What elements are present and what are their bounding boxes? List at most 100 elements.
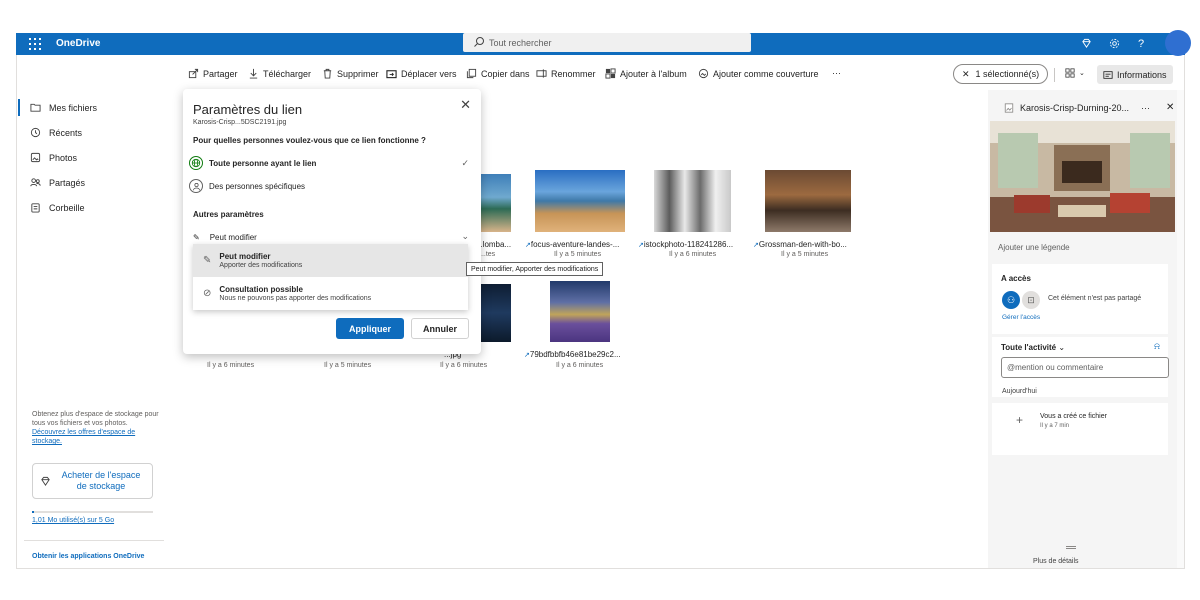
nav-label: Photos	[49, 152, 78, 163]
no-edit-icon: ⊘	[203, 288, 212, 299]
file-thumbnail[interactable]	[480, 284, 511, 342]
cancel-button[interactable]: Annuler	[411, 318, 469, 339]
move-button[interactable]: Déplacer vers	[386, 68, 457, 79]
permission-menu: ✎ Peut modifier Apporter des modificatio…	[193, 244, 468, 310]
nav-item-recycle-bin[interactable]: Corbeille	[24, 195, 164, 220]
copy-label: Copier dans	[481, 68, 530, 79]
checkmark-icon: ✓	[461, 157, 469, 168]
buy-storage-button[interactable]: Acheter de l'espace de stockage	[32, 463, 153, 499]
top-bar: OneDrive Tout rechercher ?	[16, 30, 1191, 56]
file-date: Il y a 5 minutes	[554, 251, 602, 258]
nav-item-shared[interactable]: Partagés	[24, 170, 164, 195]
file-date: Il y a 5 minutes	[781, 251, 829, 258]
access-status: Cet élément n'est pas partagé	[1048, 295, 1142, 302]
people-icon	[30, 178, 41, 187]
file-thumbnail[interactable]	[654, 170, 731, 232]
bell-icon[interactable]: ⍾	[1154, 341, 1160, 352]
folder-icon	[30, 103, 41, 112]
apply-button[interactable]: Appliquer	[336, 318, 404, 339]
share-access-icon[interactable]: ⚇	[1002, 291, 1020, 309]
view-options-button[interactable]: ⌄	[1065, 68, 1085, 78]
access-title: A accès	[1001, 274, 1031, 283]
file-name[interactable]: ↗focus-aventure-landes-...	[525, 240, 619, 249]
help-icon[interactable]: ?	[1133, 36, 1149, 52]
file-date: Il y a 6 minutes	[669, 251, 717, 258]
activity-text: Vous a créé ce fichier	[1040, 413, 1107, 420]
add-album-button[interactable]: Ajouter à l'album	[605, 68, 687, 79]
selection-pill[interactable]: ✕ 1 sélectionné(s)	[953, 64, 1049, 84]
nav-item-my-files[interactable]: Mes fichiers	[18, 95, 164, 120]
dialog-question: Pour quelles personnes voulez-vous que c…	[193, 136, 426, 145]
file-thumbnail[interactable]	[550, 281, 610, 342]
file-name[interactable]: ↗istockphoto-118241286...	[638, 240, 733, 249]
more-details-link[interactable]: Plus de détails	[1033, 558, 1079, 565]
cover-icon	[698, 68, 709, 79]
option-specific-people[interactable]: Des personnes spécifiques	[189, 176, 475, 196]
details-filename: Karosis-Crisp-Durning-20...	[1020, 102, 1130, 113]
search-box[interactable]: Tout rechercher	[463, 33, 751, 52]
app-launcher-icon[interactable]	[28, 37, 42, 51]
copy-icon	[466, 68, 477, 79]
mention-input[interactable]: @mention ou commentaire	[1001, 357, 1169, 378]
file-name[interactable]: ↗79bdfbbfb46e81be29c2...	[524, 350, 621, 359]
close-icon[interactable]: ✕	[1166, 102, 1174, 113]
option-anyone-label: Toute personne ayant le lien	[209, 158, 317, 168]
storage-usage-fill	[32, 511, 35, 513]
add-cover-button[interactable]: Ajouter comme couverture	[698, 68, 819, 79]
details-more-button[interactable]: ···	[1141, 103, 1150, 113]
dialog-filename: Karosis-Crisp...5DSC2191.jpg	[193, 119, 287, 126]
file-thumbnail[interactable]	[765, 170, 851, 232]
storage-promo: Obtenez plus d'espace de stockage pour t…	[32, 410, 160, 446]
menu-item-can-edit[interactable]: ✎ Peut modifier Apporter des modificatio…	[193, 244, 468, 277]
add-album-label: Ajouter à l'album	[620, 68, 687, 79]
activity-date-group: Aujourd'hui	[1002, 388, 1037, 395]
share-label: Partager	[203, 68, 238, 79]
grid-view-icon	[1065, 68, 1075, 78]
manage-access-link[interactable]: Gérer l'accès	[1002, 314, 1040, 321]
delete-label: Supprimer	[337, 68, 379, 79]
option-anyone[interactable]: Toute personne ayant le lien ✓	[189, 153, 475, 173]
user-avatar[interactable]	[1165, 30, 1191, 56]
nav-item-recent[interactable]: Récents	[24, 120, 164, 145]
file-name[interactable]: ...lomba...	[476, 240, 511, 249]
pencil-icon: ✎	[193, 232, 200, 242]
file-date: ...tes	[480, 251, 496, 258]
permission-value: Peut modifier	[209, 232, 257, 242]
file-name[interactable]: ↗Grossman-den-with-bo...	[753, 240, 847, 249]
file-date: Il y a 6 minutes	[556, 362, 604, 369]
details-scrollbar[interactable]	[1177, 90, 1184, 568]
nav-label: Partagés	[49, 177, 86, 188]
share-icon	[188, 68, 199, 79]
info-button[interactable]: Informations	[1097, 65, 1173, 84]
storage-offers-link[interactable]: Découvrez les offres d'espace de stockag…	[32, 429, 135, 445]
nav-item-photos[interactable]: Photos	[24, 145, 164, 170]
settings-gear-icon[interactable]	[1106, 36, 1122, 52]
premium-diamond-icon[interactable]	[1078, 36, 1094, 52]
get-apps-link[interactable]: Obtenir les applications OneDrive	[32, 553, 144, 560]
delete-button[interactable]: Supprimer	[322, 68, 379, 79]
menu-item-title: Peut modifier	[219, 252, 271, 261]
trash-icon	[323, 68, 332, 79]
buy-storage-label: Acheter de l'espace de stockage	[61, 470, 141, 491]
selection-count: 1 sélectionné(s)	[975, 69, 1040, 79]
file-name-text: 79bdfbbfb46e81be29c2...	[529, 350, 621, 359]
storage-usage-link[interactable]: 1,01 Mo utilisé(s) sur 5 Go	[32, 517, 114, 524]
share-button[interactable]: Partager	[188, 68, 238, 79]
menu-item-view-only[interactable]: ⊘ Consultation possible Nous ne pouvons …	[193, 277, 468, 310]
clear-selection-icon[interactable]: ✕	[962, 69, 970, 80]
menu-item-desc: Nous ne pouvons pas apporter des modific…	[219, 295, 372, 302]
permission-dropdown[interactable]: ✎ Peut modifier ⌄	[193, 229, 475, 245]
nav-label: Récents	[49, 127, 83, 138]
activity-title[interactable]: Toute l'activité ⌄	[1001, 343, 1065, 352]
caption-input[interactable]: Ajouter une légende	[998, 243, 1070, 252]
app-title[interactable]: OneDrive	[56, 38, 100, 49]
more-commands-button[interactable]: ···	[832, 68, 841, 78]
rename-button[interactable]: Renommer	[536, 68, 596, 79]
drag-handle-icon[interactable]	[1066, 546, 1076, 549]
download-button[interactable]: Télécharger	[248, 68, 311, 79]
file-thumbnail[interactable]	[480, 174, 511, 232]
option-specific-label: Des personnes spécifiques	[209, 181, 306, 191]
copy-button[interactable]: Copier dans	[466, 68, 530, 79]
close-icon[interactable]: ✕	[460, 97, 471, 113]
file-thumbnail[interactable]	[535, 170, 625, 232]
